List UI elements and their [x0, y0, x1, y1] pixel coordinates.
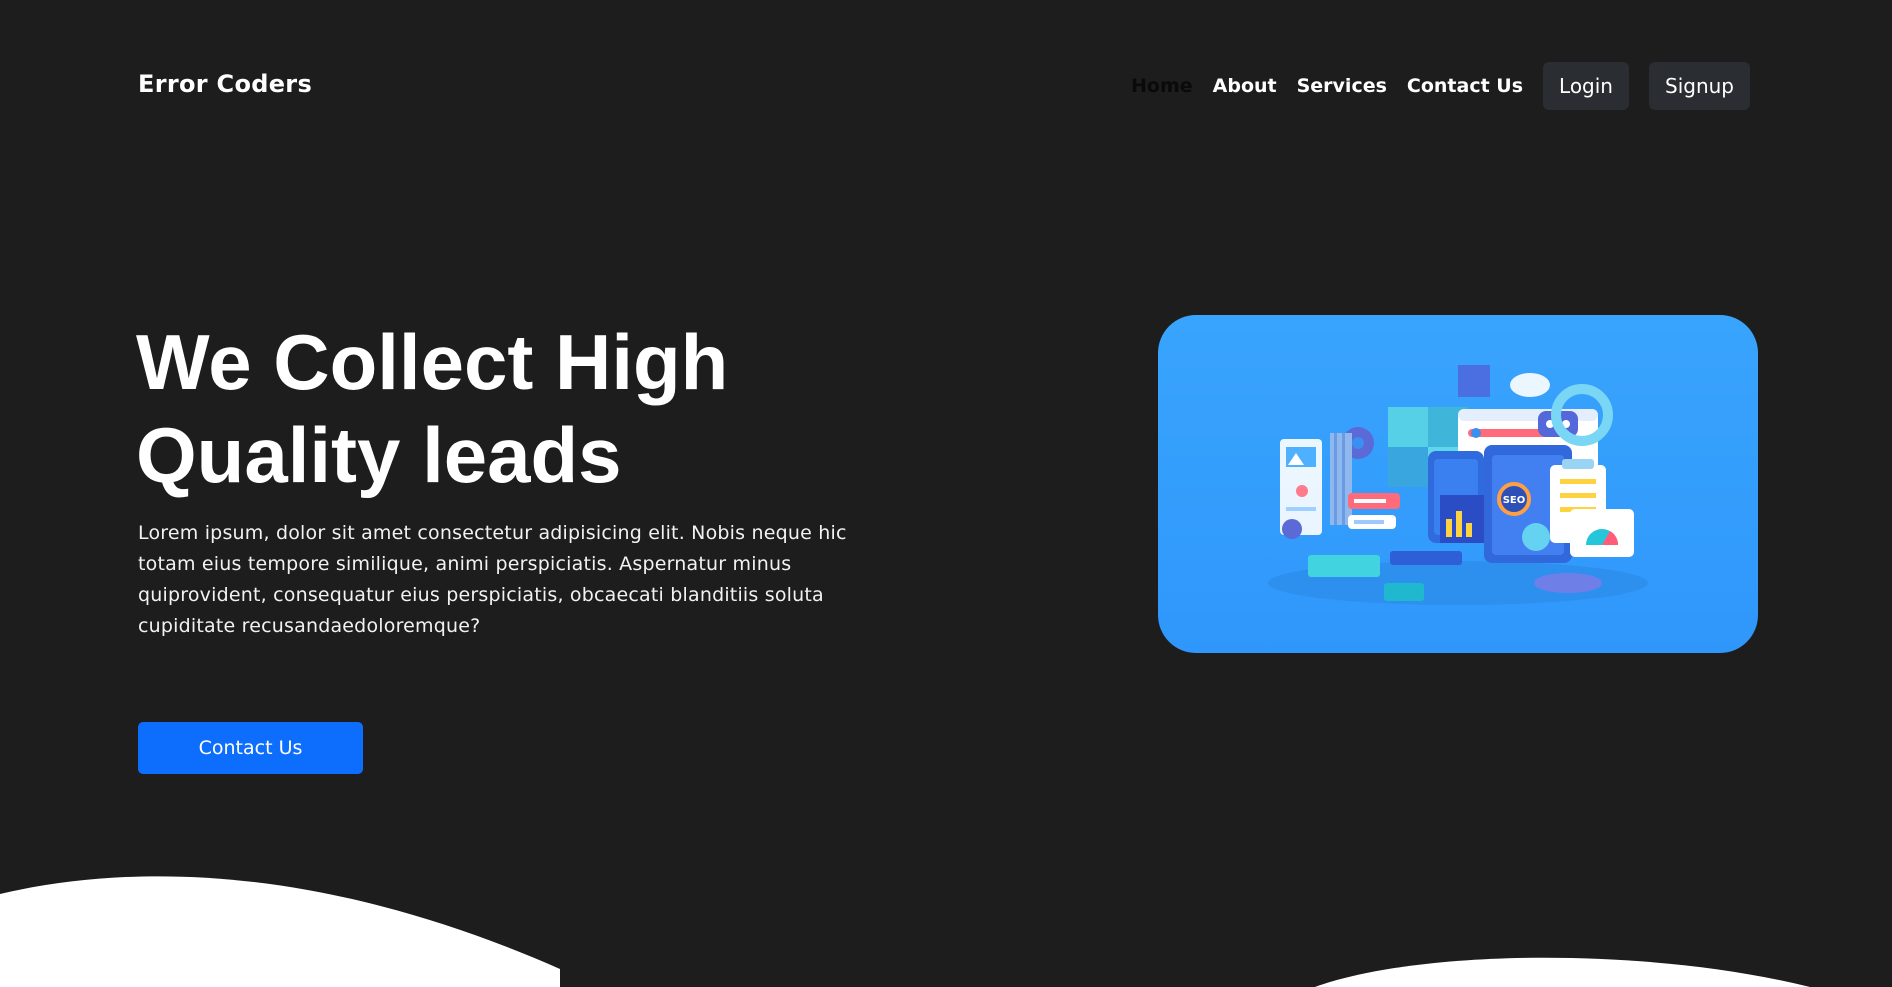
hero-description-line: Lorem ipsum, dolor sit amet consectetur … — [138, 522, 847, 544]
seo-illustration: SEO — [1268, 365, 1648, 605]
contact-us-button[interactable]: Contact Us — [138, 722, 363, 774]
bottom-wave-divider — [0, 876, 1810, 987]
hero-illustration: SEO — [1158, 315, 1758, 653]
nav-links: Home About Services Contact Us Login Sig… — [1131, 62, 1750, 110]
hero-description-line: quiprovident, consequatur eius perspicia… — [138, 584, 824, 606]
hero-title: We Collect High Quality leads — [136, 316, 896, 502]
hero-title-line-2: Quality leads — [136, 411, 622, 499]
brand-logo[interactable]: Error Coders — [138, 70, 312, 98]
login-button[interactable]: Login — [1543, 62, 1629, 110]
seo-badge: SEO — [1503, 495, 1526, 506]
nav-link-services[interactable]: Services — [1297, 75, 1387, 97]
hero-description: Lorem ipsum, dolor sit amet consectetur … — [138, 518, 898, 642]
hero-title-line-1: We Collect High — [136, 318, 729, 406]
nav-link-contact-us[interactable]: Contact Us — [1407, 75, 1523, 97]
signup-button[interactable]: Signup — [1649, 62, 1750, 110]
nav-link-about[interactable]: About — [1213, 75, 1277, 97]
navbar: Error Coders Home About Services Contact… — [138, 62, 1750, 110]
nav-link-home[interactable]: Home — [1131, 75, 1193, 97]
hero-description-line: totam eius tempore similique, animi pers… — [138, 553, 792, 575]
hero-description-line: cupiditate recusandaedoloremque? — [138, 615, 481, 637]
